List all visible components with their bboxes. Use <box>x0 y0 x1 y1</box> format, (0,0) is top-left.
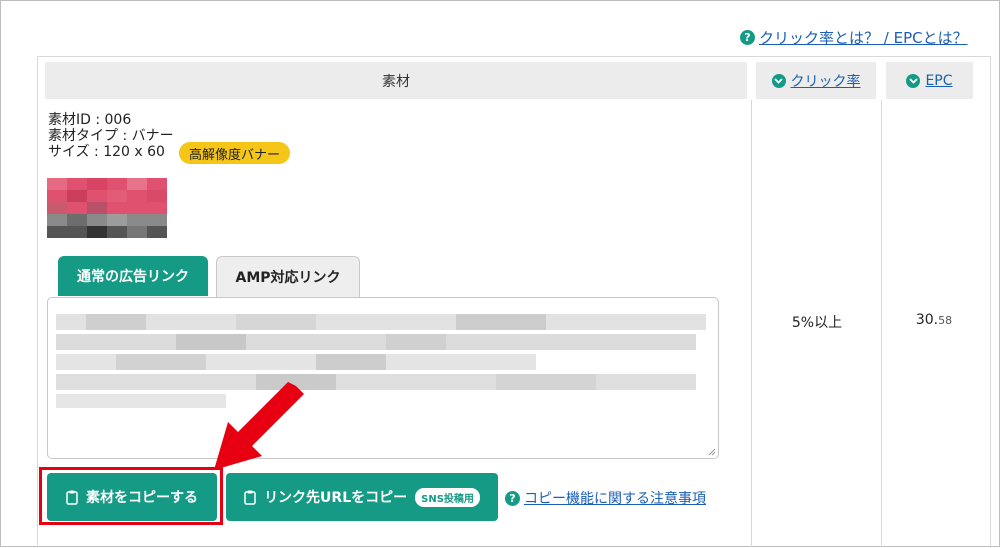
material-id: 素材ID : 006 <box>48 112 132 128</box>
header-ctr[interactable]: クリック率 <box>756 62 876 99</box>
sns-badge: SNS投稿用 <box>415 487 480 507</box>
material-meta: 素材ID : 006 素材タイプ : バナー サイズ : 120 x 60 <box>48 112 174 160</box>
epc-decimal: 58 <box>938 314 953 327</box>
tab-normal-link[interactable]: 通常の広告リンク <box>58 256 208 296</box>
question-icon: ? <box>505 490 520 506</box>
chevron-down-icon <box>771 73 786 88</box>
epc-main: 30. <box>915 312 939 328</box>
copy-notes-link[interactable]: コピー機能に関する注意事項 <box>524 488 706 508</box>
link-code-textarea[interactable] <box>47 297 719 459</box>
material-size: サイズ : 120 x 60 <box>48 144 165 160</box>
sort-epc-link[interactable]: EPC <box>925 73 952 89</box>
ctr-epc-help-link[interactable]: クリック率とは？ / EPCとは？ <box>759 27 968 48</box>
highlight-frame <box>39 467 223 525</box>
header-epc[interactable]: EPC <box>886 62 973 99</box>
banner-image <box>47 178 167 238</box>
pointer-arrow-icon <box>214 382 304 470</box>
copy-url-button[interactable]: リンク先URLをコピー SNS投稿用 <box>226 473 498 521</box>
question-icon: ? <box>740 30 755 45</box>
material-type: 素材タイプ : バナー <box>48 128 174 144</box>
resize-handle-icon[interactable] <box>708 448 716 456</box>
clipboard-icon <box>244 490 256 505</box>
copy-url-label: リンク先URLをコピー <box>264 490 408 506</box>
ctr-value: 5%以上 <box>791 315 843 331</box>
ctr-epc-help[interactable]: ? クリック率とは？ / EPCとは？ <box>740 27 968 48</box>
header-material: 素材 <box>45 62 747 99</box>
tab-amp-link[interactable]: AMP対応リンク <box>216 256 360 297</box>
sort-ctr-link[interactable]: クリック率 <box>791 71 861 91</box>
copy-notes-help[interactable]: ? コピー機能に関する注意事項 <box>505 488 706 508</box>
epc-value: 30.58 <box>882 312 986 328</box>
blurred-code <box>56 314 706 408</box>
chevron-down-icon <box>906 73 921 88</box>
hires-badge: 高解像度バナー <box>179 142 291 164</box>
